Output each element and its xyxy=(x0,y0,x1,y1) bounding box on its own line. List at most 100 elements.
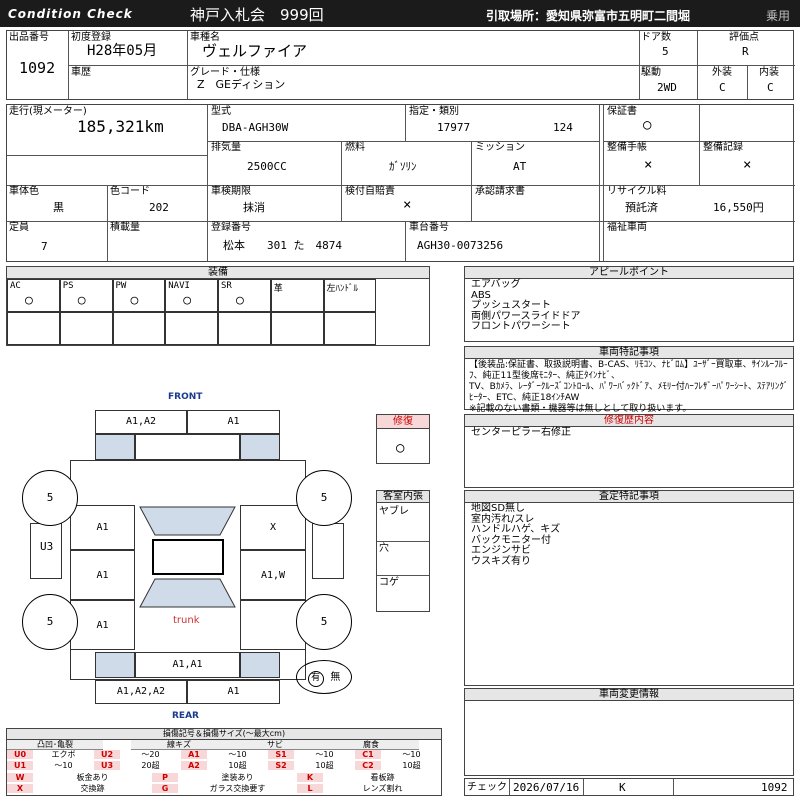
vehicle-note-line: TV、Bｶﾒﾗ、ﾚｰﾀﾞｰｸﾙｰｽﾞｺﾝﾄﾛｰﾙ、ﾊﾟﾜｰﾊﾞｯｸﾄﾞｱ、ﾒﾓﾘ… xyxy=(469,382,789,403)
appeal-line: フロントパワーシート xyxy=(471,321,571,332)
rear-label: REAR xyxy=(172,711,199,721)
vehicle-notes-section: 車両特記事項 【後装品:保証書、取扱説明書、B-CAS、ﾘﾓｺﾝ、ﾅﾋﾞﾛﾑ】ﾕ… xyxy=(464,346,794,414)
grade-value: Z GEディション xyxy=(197,78,286,91)
color-code-label: 色コード xyxy=(110,186,150,197)
drive-label: 駆動 xyxy=(641,67,661,78)
equipment-item-label: 革 xyxy=(273,284,283,294)
legend-code: C1 xyxy=(355,750,381,759)
legend-group: 腐食 xyxy=(323,740,419,750)
drive-value: 2WD xyxy=(657,81,677,94)
recycle-label: リサイクル料 xyxy=(607,186,667,197)
equipment-item-value: ○ xyxy=(236,293,244,308)
approval-label: 承認請求書 xyxy=(475,186,525,197)
equipment-item-value: ○ xyxy=(130,293,139,308)
fuel-label: 燃料 xyxy=(345,142,365,153)
maint-manual-label: 整備手帳 xyxy=(607,142,647,153)
interior-title: 客室内張 xyxy=(377,491,429,503)
repair-detail-section: 修復歴内容 センターピラー右修正 xyxy=(464,414,794,488)
doors-value: 5 xyxy=(662,45,669,58)
pickup-location: 引取場所：愛知県弥富市五明町二間堀 xyxy=(486,9,691,23)
cell-left-front-door: A1 xyxy=(70,505,135,550)
interior-label: 内装 xyxy=(759,67,779,78)
cell-right-rear-door: A1,W xyxy=(240,550,306,600)
legend-desc: 交換跡 xyxy=(80,784,105,793)
grade-label: グレード・仕様 xyxy=(190,67,260,78)
score-label: 評価点 xyxy=(729,32,759,43)
legend-title: 損傷記号＆損傷サイズ(～最大cm) xyxy=(7,729,441,740)
repair-value: ○ xyxy=(396,440,405,456)
repair-title: 修復 xyxy=(377,415,429,429)
interior-hole: 穴 xyxy=(379,543,389,554)
first-reg-label: 初度登録 xyxy=(71,32,111,43)
equipment-item-label: PS xyxy=(62,281,74,291)
designation-label: 指定・類別 xyxy=(409,106,459,117)
equipment-item-value: ○ xyxy=(77,293,86,308)
welfare-label: 福祉車両 xyxy=(607,222,647,233)
check-label: チェック xyxy=(467,782,507,793)
legend-desc: レンズ割れ xyxy=(362,784,403,793)
mileage-value: 185,321km xyxy=(77,117,164,136)
cell-front-right: A1 xyxy=(187,410,280,434)
legend-code: S1 xyxy=(268,750,294,759)
legend-desc: ～10 xyxy=(54,761,73,770)
recycle-fee: 16,550円 xyxy=(713,201,764,214)
interior-burn: コゲ xyxy=(379,577,399,588)
auto-tax-value: × xyxy=(403,197,412,213)
equipment-extra-cell xyxy=(112,312,166,345)
vehicle-note-line: 【後装品:保証書、取扱説明書、B-CAS、ﾘﾓｺﾝ、ﾅﾋﾞﾛﾑ】ﾕｰｻﾞｰ買取車… xyxy=(469,360,788,381)
legend-code: L xyxy=(297,784,323,793)
equipment-item: NAVI ○ xyxy=(165,279,218,312)
fuel-value: ｶﾞｿﾘﾝ xyxy=(389,160,417,173)
displacement-value: 2500CC xyxy=(247,160,287,173)
appeal-title: アピールポイント xyxy=(465,267,793,279)
repair-detail-title: 修復歴内容 xyxy=(465,415,793,427)
designation-value: 17977 xyxy=(437,121,471,134)
legend-desc: 10超 xyxy=(402,761,421,770)
maint-record-value: × xyxy=(743,157,752,173)
legend-desc: エクボ xyxy=(51,750,76,759)
recycle-status: 預託済 xyxy=(625,201,658,214)
category-label: 乗用 xyxy=(766,9,791,23)
equipment-item-label: 左ﾊﾝﾄﾞﾙ xyxy=(326,284,359,294)
inspection-label: 車検期限 xyxy=(211,186,251,197)
trunk-label: trunk xyxy=(173,615,200,626)
legend-desc: 看板跡 xyxy=(370,773,395,782)
cell-rear-left: A1,A2,A2 xyxy=(95,680,187,704)
color-label: 車体色 xyxy=(9,186,39,197)
equipment-item-value: ○ xyxy=(183,293,192,308)
exterior-value: C xyxy=(719,81,726,94)
score-value: R xyxy=(742,45,749,58)
equipment-item: PW ○ xyxy=(112,279,166,312)
legend-code: G xyxy=(152,784,178,793)
appeal-line: エアバッグ xyxy=(471,279,521,290)
cell-rear-center: A1,A1 xyxy=(135,652,240,678)
color-code-value: 202 xyxy=(149,201,169,214)
legend-code: X xyxy=(7,784,33,793)
capacity-label: 定員 xyxy=(9,222,29,233)
legend-desc: ～10 xyxy=(402,750,421,759)
legend-desc: 板金あり xyxy=(76,773,109,782)
legend-group: サビ xyxy=(227,740,323,750)
equipment-extra-cell xyxy=(218,312,271,345)
legend-code: U0 xyxy=(7,750,33,759)
equipment-item: PS ○ xyxy=(59,279,113,312)
equipment-item: 革 xyxy=(270,279,324,312)
exterior-label: 外装 xyxy=(712,67,732,78)
check-inspector: K xyxy=(619,781,626,794)
legend-desc: 20超 xyxy=(141,761,160,770)
windshield-roof xyxy=(139,506,236,608)
equipment-item: AC ○ xyxy=(7,279,60,312)
equipment-extra-cell xyxy=(270,312,324,345)
auto-tax-label: 検付自賠責 xyxy=(345,186,395,197)
check-date: 2026/07/16 xyxy=(513,781,580,794)
cell-front-left: A1,A2 xyxy=(95,410,187,434)
equipment-item: SR ○ xyxy=(218,279,271,312)
tire-rear-right: 5 xyxy=(296,594,352,650)
check-row: チェック 2026/07/16 K 1092 xyxy=(464,778,794,796)
inspection-value: 抹消 xyxy=(243,201,265,214)
cell-left-rear-quarter: A1 xyxy=(70,600,135,650)
interior-box: 客室内張 ヤブレ 穴 コゲ xyxy=(376,490,430,612)
legend-code: U1 xyxy=(7,761,33,770)
legend-desc: ～10 xyxy=(228,750,247,759)
lot-number: 1092 xyxy=(19,59,56,77)
